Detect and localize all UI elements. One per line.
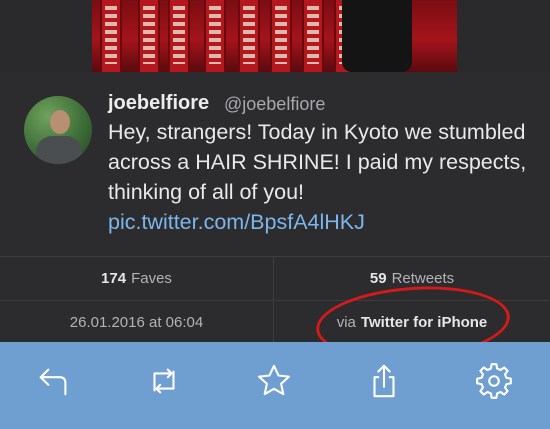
- faves-count: 174: [101, 270, 127, 287]
- settings-button[interactable]: [469, 356, 519, 406]
- gear-icon: [476, 363, 512, 399]
- favorite-button[interactable]: [249, 356, 299, 406]
- faves-label: Faves: [131, 270, 172, 287]
- via-label: via: [336, 313, 356, 331]
- tweet-card: joebelfiore @joebelfiore Hey, strangers!…: [0, 72, 550, 256]
- tweet-username[interactable]: joebelfiore: [108, 92, 209, 115]
- faves-stat[interactable]: 174 Faves: [0, 257, 274, 300]
- photo-plaque: [100, 0, 122, 72]
- reply-button[interactable]: [29, 356, 79, 406]
- tweet-stats: 174 Faves 59 Retweets 26.01.2016 at 06:04 …: [0, 256, 550, 343]
- tweet-handle[interactable]: @joebelfiore: [224, 94, 325, 115]
- photo-plaque: [204, 0, 226, 72]
- tweet-photo-strip[interactable]: [0, 0, 550, 72]
- photo-plaque: [270, 0, 292, 72]
- tweet-timestamp: 26.01.2016 at 06:04: [0, 300, 274, 343]
- photo-plaque: [168, 0, 190, 72]
- retweet-icon: [153, 368, 175, 394]
- retweet-button[interactable]: [139, 356, 189, 406]
- shrine-photo[interactable]: [92, 0, 457, 72]
- retweets-count: 59: [369, 270, 387, 287]
- photo-plaque: [138, 0, 160, 72]
- avatar[interactable]: [24, 96, 92, 164]
- share-button[interactable]: [359, 356, 409, 406]
- tweet-text: Hey, strangers! Today in Kyoto we stumbl…: [108, 117, 538, 237]
- tweet-source[interactable]: via Twitter for iPhone: [275, 300, 549, 343]
- photo-plaque: [238, 0, 260, 72]
- tweet-body: Hey, strangers! Today in Kyoto we stumbl…: [108, 120, 527, 204]
- reply-icon: [39, 368, 67, 396]
- tweet-toolbar: [0, 342, 550, 429]
- photo-plaque: [302, 0, 324, 72]
- retweets-stat[interactable]: 59 Retweets: [275, 257, 549, 300]
- star-icon: [257, 364, 291, 396]
- retweets-label: Retweets: [391, 270, 455, 287]
- tweet-date: 26.01.2016 at 06:04: [69, 313, 204, 331]
- photo-person: [342, 0, 412, 72]
- share-icon: [373, 364, 395, 398]
- source-app: Twitter for iPhone: [360, 313, 488, 331]
- tweet-media-link[interactable]: pic.twitter.com/BpsfA4lHKJ: [108, 210, 365, 234]
